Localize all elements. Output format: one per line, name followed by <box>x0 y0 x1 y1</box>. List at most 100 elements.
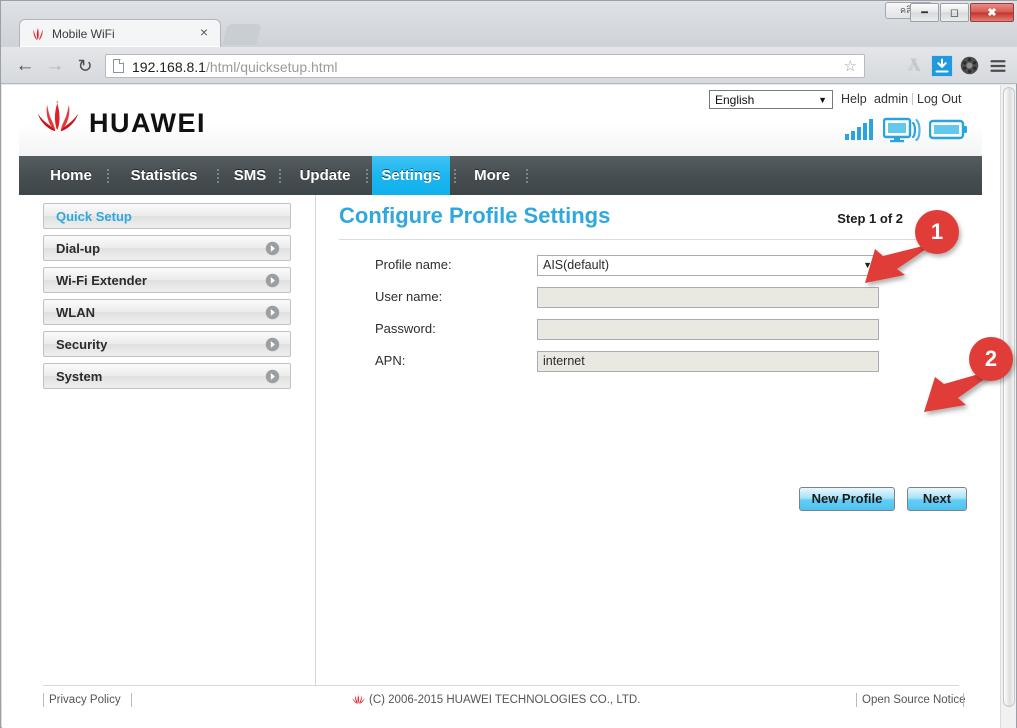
settings-sidebar: Quick Setup Dial-up Wi-Fi Extender WLAN <box>43 203 291 395</box>
profile-name-dropdown[interactable]: AIS(default) ▼ <box>537 255 879 276</box>
nav-separator <box>454 169 456 183</box>
sidebar-item-label: Security <box>56 337 108 352</box>
main-nav: Home Statistics SMS Update Settings More <box>19 156 982 195</box>
chevron-down-icon: ▼ <box>818 95 827 105</box>
sidebar-item-wlan[interactable]: WLAN <box>43 299 291 325</box>
close-icon: ✖ <box>987 7 997 19</box>
sidebar-item-label: Wi-Fi Extender <box>56 273 147 288</box>
nav-separator <box>279 169 281 183</box>
page-viewport: HUAWEI English ▼ Help admin Log Out Home… <box>2 85 1016 728</box>
url-path: /html/quicksetup.html <box>205 59 338 75</box>
chevron-right-icon <box>265 337 280 352</box>
forward-button[interactable]: → <box>43 54 67 78</box>
huawei-flower-icon <box>352 694 365 704</box>
huawei-logo-icon <box>37 101 79 132</box>
toolbar-icons <box>900 53 1012 79</box>
admin-user-label[interactable]: admin <box>874 91 908 107</box>
sidebar-item-wifi-extender[interactable]: Wi-Fi Extender <box>43 267 291 293</box>
sidebar-item-dial-up[interactable]: Dial-up <box>43 235 291 261</box>
profile-name-value: AIS(default) <box>543 258 610 272</box>
open-source-notice-link[interactable]: Open Source Notice <box>862 692 966 708</box>
user-name-input[interactable] <box>537 287 879 308</box>
site-footer: Privacy Policy (C) 2006-2015 HUAWEI TECH… <box>19 688 982 716</box>
form-row-apn: APN: internet <box>375 351 945 372</box>
nav-separator <box>526 169 528 183</box>
nav-tab-statistics[interactable]: Statistics <box>114 156 214 195</box>
nav-tab-update[interactable]: Update <box>287 156 363 195</box>
sidebar-item-label: Dial-up <box>56 241 101 256</box>
signal-bars-icon <box>845 119 873 140</box>
chevron-right-icon <box>265 273 280 288</box>
annotation-badge-2: 2 <box>969 337 1013 381</box>
browser-window: Mobile WiFi × คลิก ━ ◻ ✖ ← → ↻ 192.168.8… <box>0 0 1017 728</box>
sidebar-item-label: WLAN <box>56 305 95 320</box>
battery-icon <box>929 119 967 140</box>
reload-button[interactable]: ↻ <box>73 54 97 78</box>
footer-divider <box>963 693 964 707</box>
apn-value: internet <box>543 354 585 368</box>
maximize-button[interactable]: ◻ <box>940 3 969 22</box>
help-link[interactable]: Help <box>841 91 867 107</box>
step-indicator: Step 1 of 2 <box>837 211 903 226</box>
huawei-flower-icon <box>33 28 43 40</box>
annotation-badge-1: 1 <box>915 210 959 254</box>
drive-icon[interactable] <box>900 53 928 78</box>
maximize-icon: ◻ <box>949 7 960 19</box>
header-divider <box>912 93 913 105</box>
extension-icon[interactable] <box>956 53 984 78</box>
profile-name-label: Profile name: <box>375 257 452 272</box>
chevron-right-icon <box>265 369 280 384</box>
browser-tab[interactable]: Mobile WiFi × <box>19 19 221 47</box>
privacy-policy-link[interactable]: Privacy Policy <box>49 692 121 708</box>
content-divider <box>315 195 316 685</box>
new-tab-button[interactable] <box>222 24 262 45</box>
address-bar-url: 192.168.8.1/html/quicksetup.html <box>132 57 337 77</box>
tab-close-icon[interactable]: × <box>196 24 212 40</box>
language-select-value: English <box>715 93 755 107</box>
site-header: HUAWEI English ▼ Help admin Log Out <box>19 85 982 156</box>
window-controls: ━ ◻ ✖ <box>909 3 1014 22</box>
brand-wordmark: HUAWEI <box>89 108 206 138</box>
bookmark-star-icon[interactable]: ☆ <box>844 58 857 76</box>
user-name-label: User name: <box>375 289 443 304</box>
status-icon-group <box>845 116 967 143</box>
footer-divider <box>856 693 857 707</box>
minimize-button[interactable]: ━ <box>910 3 939 22</box>
sidebar-item-quick-setup[interactable]: Quick Setup <box>43 203 291 229</box>
browser-toolbar: ← → ↻ 192.168.8.1/html/quicksetup.html ☆ <box>1 47 1017 84</box>
sidebar-item-label: Quick Setup <box>56 209 132 224</box>
form-row-password: Password: <box>375 319 945 340</box>
nav-tab-more[interactable]: More <box>462 156 522 195</box>
sidebar-item-label: System <box>56 369 103 384</box>
address-bar[interactable]: 192.168.8.1/html/quicksetup.html ☆ <box>105 54 865 78</box>
back-button[interactable]: ← <box>13 54 37 78</box>
next-button[interactable]: Next <box>907 487 967 511</box>
new-profile-button[interactable]: New Profile <box>799 487 895 511</box>
huawei-admin-page: HUAWEI English ▼ Help admin Log Out Home… <box>2 85 999 728</box>
download-icon[interactable] <box>928 53 956 78</box>
language-select[interactable]: English ▼ <box>709 90 833 109</box>
nav-tab-settings[interactable]: Settings <box>372 156 450 195</box>
menu-icon[interactable] <box>984 53 1012 78</box>
network-monitor-icon <box>883 117 921 143</box>
footer-rule <box>43 685 959 686</box>
page-document-icon <box>113 59 124 73</box>
browser-titlebar: Mobile WiFi × คลิก ━ ◻ ✖ <box>1 1 1017 47</box>
password-input[interactable] <box>537 319 879 340</box>
password-label: Password: <box>375 321 436 336</box>
minimize-icon: ━ <box>921 7 928 19</box>
sidebar-item-security[interactable]: Security <box>43 331 291 357</box>
footer-divider <box>43 693 44 707</box>
chevron-right-icon <box>265 241 280 256</box>
footer-divider <box>131 693 132 707</box>
nav-separator <box>107 169 109 183</box>
nav-tab-home[interactable]: Home <box>41 156 101 195</box>
sidebar-item-system[interactable]: System <box>43 363 291 389</box>
nav-tab-sms[interactable]: SMS <box>224 156 276 195</box>
logout-link[interactable]: Log Out <box>917 91 961 107</box>
apn-input[interactable]: internet <box>537 351 879 372</box>
page-title: Configure Profile Settings <box>339 203 611 228</box>
copyright-text: (C) 2006-2015 HUAWEI TECHNOLOGIES CO., L… <box>369 694 641 706</box>
close-window-button[interactable]: ✖ <box>970 3 1014 22</box>
apn-label: APN: <box>375 353 406 368</box>
